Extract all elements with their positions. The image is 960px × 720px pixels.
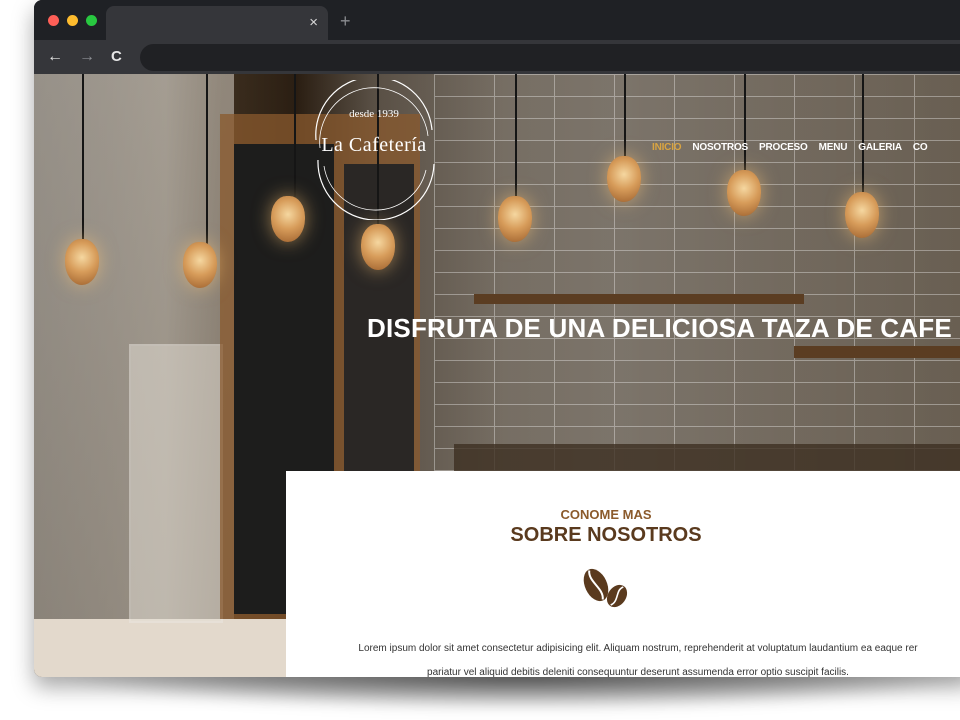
about-title: SOBRE NOSOTROS (510, 524, 702, 546)
lamp-bulb-icon (361, 224, 395, 270)
coffee-beans-icon (583, 568, 628, 608)
hero-background-door (129, 344, 223, 623)
lamp-cord (862, 74, 864, 194)
nav-item-galeria[interactable]: GALERIA (858, 142, 902, 153)
browser-window: × + ← → C desde 1939 La Cafetería INICIO… (34, 0, 960, 677)
about-paragraph: Lorem ipsum dolor sit amet consectetur a… (278, 637, 960, 677)
forward-arrow-icon[interactable]: → (79, 48, 95, 66)
logo-since-text: desde 1939 (349, 108, 399, 120)
site-logo[interactable]: desde 1939 La Cafetería (304, 80, 444, 220)
nav-item-nosotros[interactable]: NOSOTROS (692, 142, 748, 153)
lamp-bulb-icon (183, 242, 217, 288)
browser-tab[interactable]: × (106, 6, 328, 40)
tab-close-icon[interactable]: × (309, 13, 318, 33)
maximize-window-button[interactable] (86, 15, 97, 26)
new-tab-button[interactable]: + (340, 12, 351, 30)
about-section: CONOME MAS SOBRE NOSOTROS Lorem ipsum do… (286, 471, 960, 677)
nav-item-menu[interactable]: MENU (819, 142, 848, 153)
lamp-cord (515, 74, 517, 199)
logo-name-text: La Cafetería (321, 134, 427, 156)
window-controls (48, 15, 97, 26)
lamp-cord (206, 74, 208, 244)
nav-item-contacto[interactable]: CO (913, 142, 928, 153)
minimize-window-button[interactable] (67, 15, 78, 26)
about-kicker: CONOME MAS (560, 507, 652, 522)
hero-background-counter (454, 444, 960, 474)
lamp-bulb-icon (607, 156, 641, 202)
lamp-bulb-icon (727, 170, 761, 216)
address-bar[interactable] (140, 44, 960, 71)
nav-item-inicio[interactable]: INICIO (652, 142, 682, 153)
hero-title: DISFRUTA DE UNA DELICIOSA TAZA DE CAFE (367, 313, 952, 344)
lamp-cord (82, 74, 84, 244)
hero-background-shelf-right (794, 346, 960, 358)
reload-icon[interactable]: C (111, 48, 122, 66)
close-window-button[interactable] (48, 15, 59, 26)
about-paragraph-line: pariatur vel aliquid debitis deleniti co… (427, 667, 849, 677)
nav-item-proceso[interactable]: PROCESO (759, 142, 808, 153)
lamp-bulb-icon (845, 192, 879, 238)
lamp-bulb-icon (498, 196, 532, 242)
about-paragraph-line: Lorem ipsum dolor sit amet consectetur a… (358, 643, 918, 654)
browser-toolbar: ← → C (34, 40, 960, 74)
lamp-bulb-icon (271, 196, 305, 242)
lamp-cord (294, 74, 296, 199)
back-arrow-icon[interactable]: ← (47, 48, 63, 66)
tab-strip: × + (34, 0, 960, 40)
main-nav: INICIO NOSOTROS PROCESO MENU GALERIA CO (652, 142, 928, 153)
lamp-cord (744, 74, 746, 174)
hero-background-shelf (474, 294, 804, 304)
lamp-cord (624, 74, 626, 159)
lamp-bulb-icon (65, 239, 99, 285)
page-viewport: desde 1939 La Cafetería INICIO NOSOTROS … (34, 74, 960, 677)
